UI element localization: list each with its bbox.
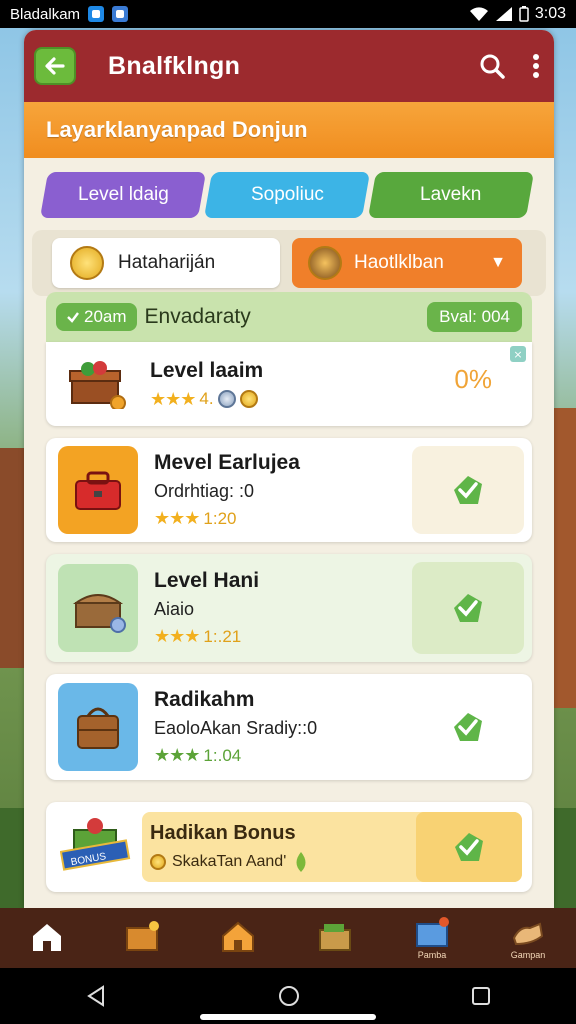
claim-button[interactable] bbox=[416, 812, 522, 882]
item-name: Level Hani bbox=[154, 569, 260, 592]
close-icon[interactable]: × bbox=[510, 346, 526, 362]
item-subtitle: Ordrhtiag: :0 bbox=[154, 481, 255, 501]
tab-level[interactable]: Level ldaig bbox=[39, 172, 207, 218]
status-bar: Bladalkam 3:03 bbox=[0, 0, 576, 28]
nav-box[interactable]: Pamba bbox=[414, 916, 450, 960]
nav-chest[interactable] bbox=[124, 920, 160, 956]
box-icon bbox=[416, 917, 449, 947]
claim-button[interactable] bbox=[412, 446, 524, 534]
toolbox-icon bbox=[58, 446, 138, 534]
rating-value: 1:.04 bbox=[203, 745, 242, 765]
medal-icon bbox=[308, 246, 342, 280]
tab-label: Level ldaig bbox=[77, 184, 169, 205]
filter-button[interactable]: Hatahariján bbox=[52, 238, 280, 288]
tab-label: Sopoliuc bbox=[250, 184, 324, 205]
more-vert-icon[interactable] bbox=[532, 53, 540, 79]
nav-hand[interactable]: Gampan bbox=[510, 916, 546, 960]
coin-icon bbox=[70, 246, 104, 280]
list-item[interactable]: Level laaim ★★★ 4. 0% × bbox=[46, 342, 532, 426]
item-name: Radikahm bbox=[154, 688, 255, 711]
section-banner: Layarklanyanpad Donjun bbox=[24, 102, 554, 158]
house-icon bbox=[222, 921, 254, 952]
status-title: Bladalkam bbox=[10, 5, 81, 23]
check-badge-icon bbox=[455, 833, 483, 861]
check-badge-icon bbox=[454, 713, 482, 741]
item-name: Mevel Earlujea bbox=[154, 451, 300, 474]
arrow-left-icon bbox=[45, 57, 65, 75]
tab-label: Lavekn bbox=[420, 184, 482, 205]
gesture-bar[interactable] bbox=[200, 1014, 376, 1020]
list-item[interactable]: Level Hani Aiaio ★★★ 1:.21 bbox=[46, 554, 532, 662]
time-pill-label: 20am bbox=[84, 307, 127, 326]
wifi-icon bbox=[469, 7, 488, 21]
time-pill: 20am bbox=[56, 303, 137, 331]
status-time: 3:03 bbox=[534, 5, 566, 22]
list-item[interactable]: Mevel Earlujea Ordrhtiag: :0 ★★★ 1:20 bbox=[46, 438, 532, 542]
notification-icon bbox=[88, 6, 105, 22]
check-badge-icon bbox=[454, 594, 482, 622]
chest-icon bbox=[126, 921, 159, 951]
nav-crate[interactable] bbox=[316, 920, 354, 956]
bonus-subtitle: SkakaTan Aand' bbox=[172, 852, 287, 870]
bonus-item[interactable]: BONUS Hadikan Bonus SkakaTan Aand' bbox=[46, 802, 532, 892]
crate-icon bbox=[319, 924, 351, 951]
notification-icon bbox=[112, 6, 129, 22]
claim-button[interactable] bbox=[412, 562, 524, 654]
back-button[interactable] bbox=[34, 47, 76, 85]
coin-icon bbox=[150, 853, 166, 870]
sort-label: Haotlklban bbox=[354, 252, 444, 273]
chevron-down-icon: ▼ bbox=[490, 254, 506, 271]
signal-icon bbox=[495, 7, 512, 21]
nav-label: Pamba bbox=[417, 950, 447, 960]
rating-stars: ★★★ bbox=[150, 388, 196, 409]
sort-dropdown[interactable]: Haotlklban ▼ bbox=[292, 238, 522, 288]
rating-stars: ★★★ bbox=[154, 626, 200, 646]
page-title: Bnalfklngn bbox=[108, 51, 241, 80]
tab-sopoliuc[interactable]: Sopoliuc bbox=[203, 172, 371, 218]
gold-coin-icon bbox=[239, 390, 258, 408]
hand-icon bbox=[512, 922, 544, 946]
bonus-gift-icon: BONUS bbox=[59, 816, 136, 880]
back-icon[interactable] bbox=[85, 985, 107, 1007]
item-subtitle: EaoloAkan Sradiy::0 bbox=[154, 718, 318, 738]
tab-lavekn[interactable]: Lavekn bbox=[367, 172, 535, 218]
item-subtitle: Aiaio bbox=[154, 599, 195, 619]
recents-icon[interactable] bbox=[471, 986, 491, 1006]
list-title: Envadaraty bbox=[144, 305, 251, 328]
bag-icon bbox=[58, 683, 138, 771]
rating-stars: ★★★ bbox=[154, 745, 200, 765]
rating-value: 1:20 bbox=[203, 508, 237, 528]
gift-box-icon bbox=[58, 346, 134, 422]
check-icon bbox=[67, 312, 79, 323]
bottom-navigation: Pamba Gampan bbox=[0, 908, 576, 968]
nav-label: Gampan bbox=[510, 950, 546, 960]
list-item[interactable]: Radikahm EaoloAkan Sradiy::0 ★★★ 1:.04 bbox=[46, 674, 532, 780]
check-badge-icon bbox=[454, 476, 482, 504]
list-count-badge: Bval: 004 bbox=[427, 302, 522, 332]
app-bar: Bnalfklngn bbox=[24, 30, 554, 102]
silver-coin-icon bbox=[217, 390, 236, 408]
chest-icon bbox=[58, 564, 138, 652]
search-icon[interactable] bbox=[478, 52, 506, 80]
nav-home[interactable] bbox=[30, 921, 64, 955]
progress-percent: 0% bbox=[454, 364, 492, 394]
level-list: 20am Envadaraty Bval: 004 Level laaim ★★… bbox=[46, 292, 532, 780]
nav-house[interactable] bbox=[220, 920, 256, 956]
filter-label: Hatahariján bbox=[118, 252, 216, 273]
tab-bar: Level ldaig Sopoliuc Lavekn bbox=[39, 172, 535, 218]
filter-bar: Hatahariján Haotlklban ▼ bbox=[32, 230, 546, 296]
rating-value: 1:.21 bbox=[203, 626, 242, 646]
leaf-icon bbox=[296, 851, 306, 872]
rating-stars: ★★★ bbox=[154, 508, 200, 528]
battery-icon bbox=[519, 6, 529, 22]
home-circle-icon[interactable] bbox=[278, 985, 300, 1007]
list-header: 20am Envadaraty Bval: 004 bbox=[46, 292, 532, 342]
home-icon bbox=[33, 924, 61, 951]
claim-button[interactable] bbox=[412, 682, 524, 772]
bonus-name: Hadikan Bonus bbox=[150, 821, 296, 844]
rating-value: 4. bbox=[199, 389, 214, 408]
item-name: Level laaim bbox=[150, 358, 264, 382]
